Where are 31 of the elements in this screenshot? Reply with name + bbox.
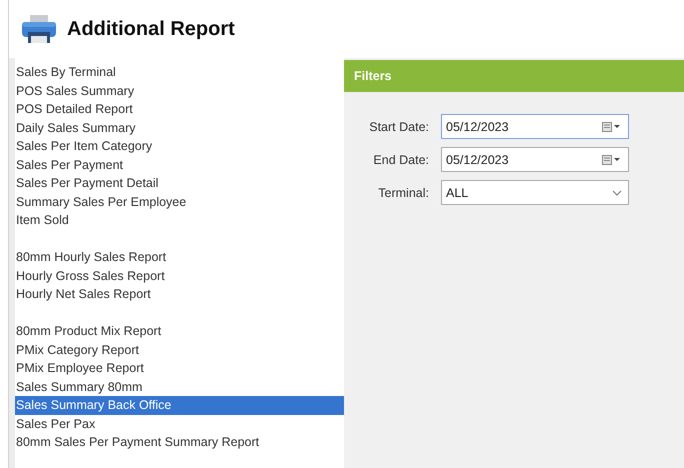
report-item[interactable]: Hourly Gross Sales Report: [15, 266, 344, 285]
page-title: Additional Report: [67, 18, 235, 40]
report-item[interactable]: POS Detailed Report: [15, 100, 344, 118]
report-item[interactable]: 80mm Sales Per Payment Summary Report: [15, 433, 344, 452]
report-item[interactable]: POS Sales Summary: [15, 82, 344, 100]
printer-icon: [21, 14, 57, 44]
calendar-dropdown-icon[interactable]: [602, 122, 622, 132]
report-item[interactable]: Sales Per Item Category: [15, 137, 344, 156]
calendar-dropdown-icon[interactable]: [602, 154, 622, 164]
date-field[interactable]: 05/12/2023: [441, 114, 629, 139]
report-item[interactable]: PMix Employee Report: [15, 359, 344, 378]
report-item[interactable]: Summary Sales Per Employee: [15, 192, 344, 211]
report-item[interactable]: Sales Per Payment: [15, 156, 344, 174]
field-label: Start Date:: [368, 120, 429, 134]
report-item[interactable]: Daily Sales Summary: [15, 118, 344, 137]
report-item[interactable]: Sales By Terminal: [15, 63, 344, 82]
report-item[interactable]: Sales Summary Back Office: [15, 396, 344, 414]
chevron-down-icon[interactable]: [612, 190, 622, 196]
report-item[interactable]: 80mm Hourly Sales Report: [15, 248, 344, 266]
report-item[interactable]: Sales Summary 80mm: [15, 378, 344, 396]
report-item[interactable]: PMix Category Report: [15, 340, 344, 359]
report-item[interactable]: Item Sold: [15, 211, 344, 230]
field-label: Terminal:: [377, 186, 429, 200]
field-label: End Date:: [372, 152, 429, 166]
report-item[interactable]: Sales Per Payment Detail: [15, 174, 344, 192]
terminal-dropdown[interactable]: ALL: [441, 180, 629, 205]
filters-header: Filters: [344, 60, 684, 92]
report-item[interactable]: Hourly Net Sales Report: [15, 285, 344, 304]
report-item[interactable]: 80mm Product Mix Report: [15, 322, 344, 340]
date-field[interactable]: 05/12/2023: [441, 147, 629, 172]
report-item[interactable]: Sales Per Pax: [15, 414, 344, 433]
